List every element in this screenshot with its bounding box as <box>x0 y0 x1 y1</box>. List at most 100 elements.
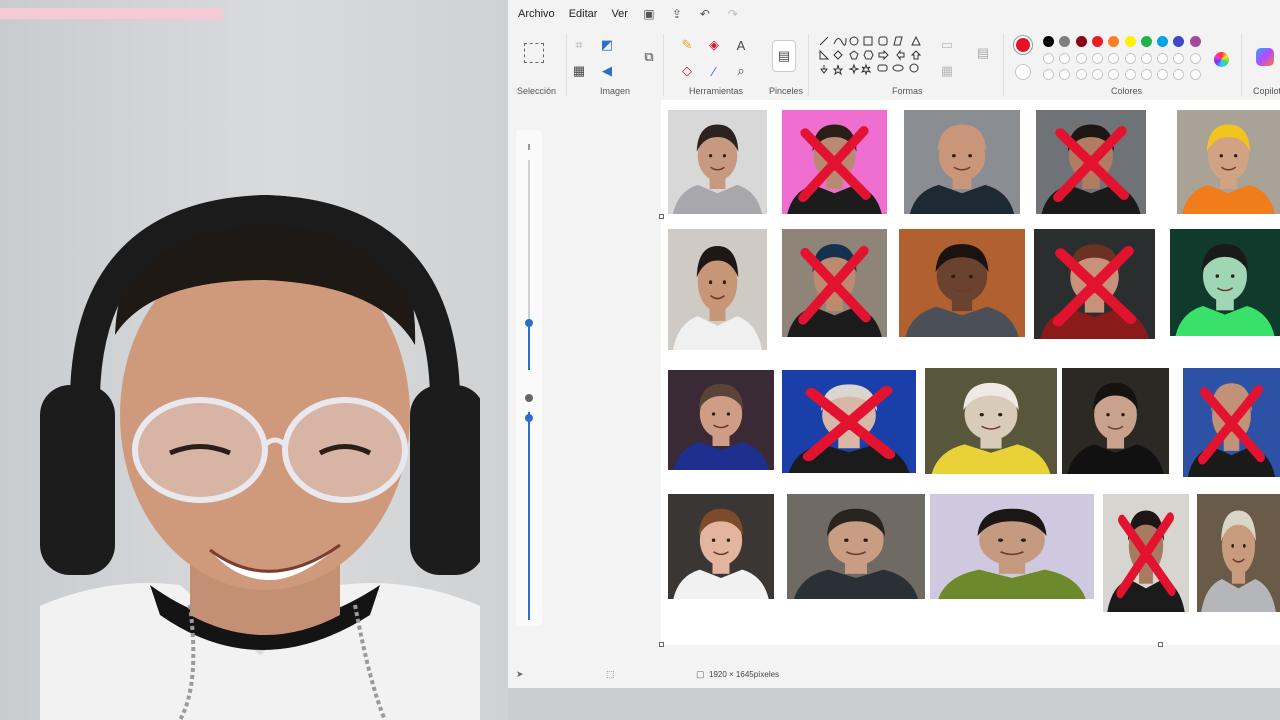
photo-headset-man <box>899 229 1025 337</box>
custom-color-slot[interactable] <box>1091 53 1103 64</box>
photo-bald-smiling-man <box>904 110 1020 214</box>
color-swatch[interactable] <box>1108 36 1120 47</box>
streamer-avatar <box>40 194 480 720</box>
custom-color-slot[interactable] <box>1075 69 1087 80</box>
photo-blue-studio-man <box>782 370 916 473</box>
photo-headset-boy <box>668 494 774 599</box>
color-swatch[interactable] <box>1189 36 1201 47</box>
ribbon: Selección ⌗ ▦ ◩ ◀ ⧉ Imagen ✎ ◈ A ◇ ⁄ ⌕ H… <box>508 28 1280 100</box>
photo-gaming-chair-man <box>1034 229 1155 339</box>
photo-bald-man-blue <box>1183 368 1280 477</box>
photo-hoodie-boy <box>668 110 767 214</box>
text-tool-icon[interactable]: A <box>732 36 750 54</box>
photo-white-hair-figure <box>925 368 1057 474</box>
canvas-resize-handle-bottom-left[interactable] <box>659 642 664 647</box>
color-swatch[interactable] <box>1173 36 1185 47</box>
custom-color-slot[interactable] <box>1140 53 1152 64</box>
rotate-icon[interactable]: ◩ <box>598 36 616 54</box>
color-swatch[interactable] <box>1043 36 1054 47</box>
custom-color-slot[interactable] <box>1124 53 1136 64</box>
canvas-resize-handle-bottom[interactable] <box>1158 642 1163 647</box>
red-x-mark <box>798 245 871 325</box>
canvas-size-icon: ▢ <box>696 668 705 679</box>
layers-handle-icon[interactable] <box>528 144 530 150</box>
active-color-swatch[interactable] <box>1014 36 1032 54</box>
photo-green-glow-man <box>1170 229 1280 336</box>
menu-edit[interactable]: Editar <box>569 4 598 24</box>
custom-color-slot[interactable] <box>1043 69 1054 80</box>
zoom-panel <box>516 130 542 626</box>
resize-icon[interactable]: ▦ <box>570 62 588 80</box>
undo-icon[interactable]: ↶ <box>698 7 712 21</box>
fill-icon[interactable]: ◈ <box>705 36 723 54</box>
remove-background-icon[interactable]: ⧉ <box>640 48 658 66</box>
flip-icon[interactable]: ◀ <box>598 62 616 80</box>
color-swatch[interactable] <box>1059 36 1071 47</box>
custom-color-slot[interactable] <box>1108 53 1120 64</box>
magnifier-icon[interactable]: ⌕ <box>732 62 750 80</box>
color-picker-icon[interactable]: ⁄ <box>705 62 723 80</box>
custom-color-slot[interactable] <box>1075 53 1087 64</box>
custom-color-slot[interactable] <box>1173 53 1185 64</box>
selection-tool-icon[interactable] <box>524 43 544 63</box>
group-brushes: Pinceles <box>769 86 804 96</box>
color-swatch[interactable] <box>1124 36 1136 47</box>
custom-color-slot[interactable] <box>1157 53 1169 64</box>
photo-bearded-man <box>1036 110 1146 214</box>
opacity-icon[interactable] <box>525 394 533 402</box>
custom-color-slot[interactable] <box>1059 69 1071 80</box>
photo-pink-bg-man <box>782 110 887 214</box>
crop-icon[interactable]: ⌗ <box>570 36 588 54</box>
custom-color-slot[interactable] <box>1173 69 1185 80</box>
save-icon[interactable]: ▣ <box>642 7 656 21</box>
color-swatch[interactable] <box>1091 36 1103 47</box>
custom-color-slot[interactable] <box>1108 69 1120 80</box>
custom-color-slot[interactable] <box>1043 53 1054 64</box>
group-shapes: Formas <box>892 86 923 96</box>
photo-cap-man <box>782 229 887 337</box>
drawing-canvas[interactable] <box>661 100 1280 645</box>
group-tools: Herramientas <box>689 86 744 96</box>
photo-boy-white-shirt <box>668 229 767 350</box>
brush-size-slider-knob[interactable] <box>525 319 533 327</box>
color-wheel-icon[interactable] <box>1214 52 1229 67</box>
color-swatch[interactable] <box>1157 36 1169 47</box>
photo-construction-guy <box>1177 110 1280 214</box>
secondary-color-swatch[interactable] <box>1015 64 1031 80</box>
custom-color-slot[interactable] <box>1059 53 1071 64</box>
photo-dark-room-boy <box>1062 368 1169 474</box>
canvas-dimensions: 1920 × 1645píxeles <box>709 669 780 679</box>
custom-color-slot[interactable] <box>1189 53 1201 64</box>
red-x-mark <box>1198 384 1265 465</box>
custom-color-slot[interactable] <box>1124 69 1136 80</box>
shapes-gallery[interactable] <box>818 34 928 82</box>
custom-color-slot[interactable] <box>1157 69 1169 80</box>
color-swatch[interactable] <box>1075 36 1087 47</box>
pencil-icon[interactable]: ✎ <box>678 36 696 54</box>
fill-shape-icon[interactable]: ▦ <box>938 62 956 80</box>
group-image: Imagen <box>600 86 631 96</box>
eraser-icon[interactable]: ◇ <box>678 62 696 80</box>
canvas-resize-handle-right[interactable] <box>659 214 664 219</box>
share-icon[interactable]: ⇪ <box>670 7 684 21</box>
red-x-mark <box>1053 126 1129 203</box>
webcam-overlay-bar <box>0 8 223 19</box>
opacity-slider-knob[interactable] <box>525 414 533 422</box>
redo-icon[interactable]: ↷ <box>726 7 740 21</box>
red-x-mark <box>1116 512 1176 599</box>
status-bar: ➤ ⬚ ▢ 1920 × 1645píxeles <box>508 660 1280 688</box>
custom-color-slot[interactable] <box>1189 69 1201 80</box>
outline-icon[interactable]: ▭ <box>938 36 956 54</box>
menu-view[interactable]: Ver <box>611 4 628 24</box>
brushes-icon[interactable]: ▤ <box>772 40 796 72</box>
canvas-area <box>508 100 1280 660</box>
custom-color-slot[interactable] <box>1140 69 1152 80</box>
custom-color-slot[interactable] <box>1091 69 1103 80</box>
desktop-background <box>508 688 1280 720</box>
layers-icon[interactable]: ▤ <box>974 44 992 62</box>
color-swatch[interactable] <box>1140 36 1152 47</box>
copilot-icon[interactable] <box>1256 48 1274 66</box>
menu-file[interactable]: Archivo <box>518 4 555 24</box>
red-x-mark <box>798 126 871 203</box>
menu-bar: Archivo Editar Ver ▣ ⇪ ↶ ↷ <box>508 0 1280 28</box>
